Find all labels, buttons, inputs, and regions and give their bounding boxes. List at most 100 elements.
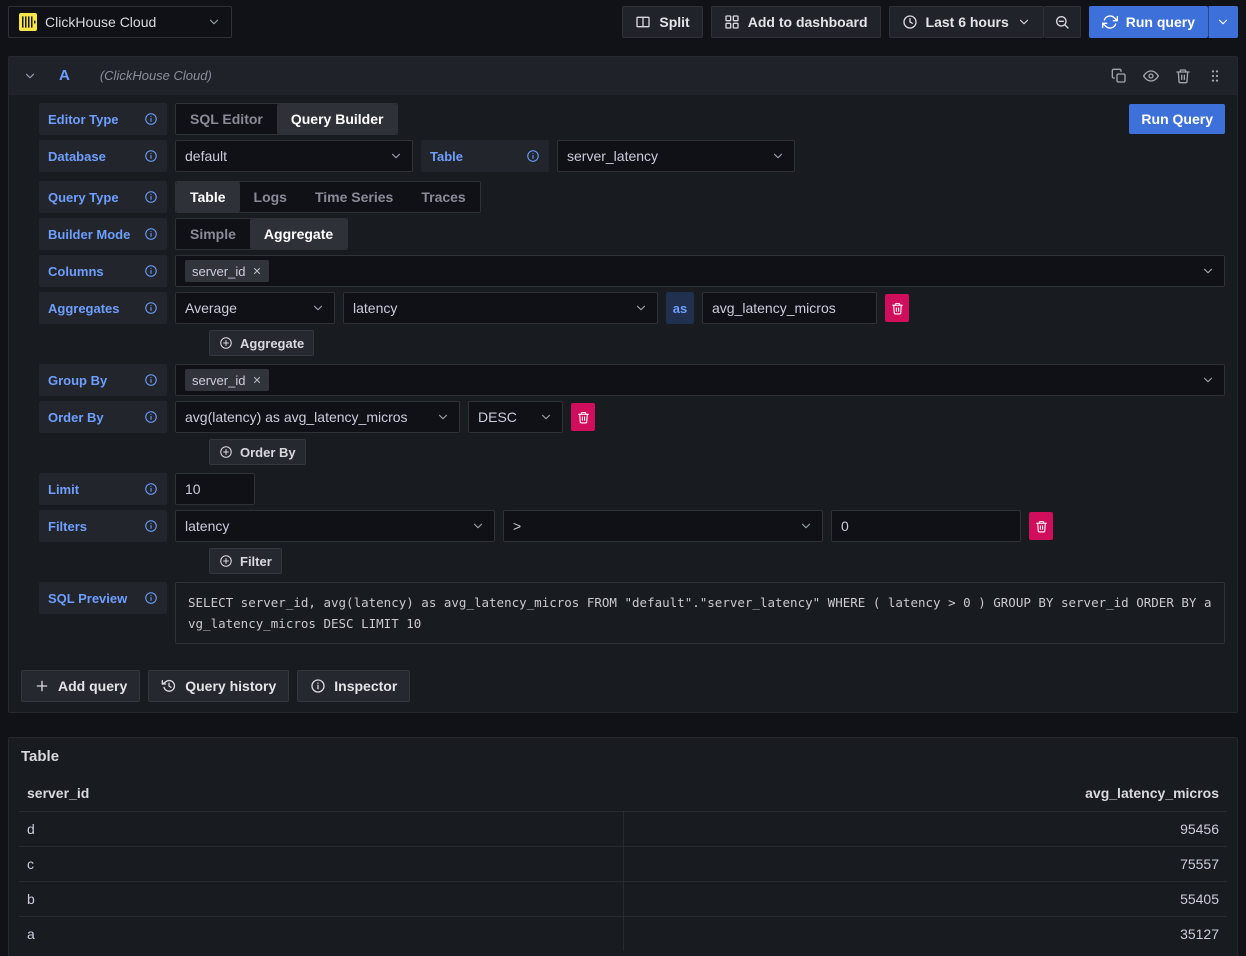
chevron-down-icon [799,519,813,533]
cell-server-id: c [19,847,623,882]
info-icon[interactable] [144,373,158,387]
run-query-dropdown-button[interactable] [1208,6,1238,38]
duplicate-query-icon[interactable] [1111,68,1127,84]
zoom-out-icon [1054,14,1070,30]
dashboard-grid-icon [724,14,740,30]
order-by-field-select[interactable]: avg(latency) as avg_latency_micros [175,401,460,433]
limit-label: Limit [39,473,167,505]
info-icon[interactable] [144,519,158,533]
trash-icon [891,302,904,315]
info-icon[interactable] [144,190,158,204]
history-icon [161,678,177,694]
query-builder-form: Editor Type SQL Editor Query Builder Run… [9,95,1237,712]
trash-icon [1035,520,1048,533]
cell-server-id: a [19,917,623,952]
table-select[interactable]: server_latency [557,140,795,172]
table-label: Table [421,140,549,172]
chevron-down-icon [1017,15,1031,29]
database-select[interactable]: default [175,140,413,172]
chevron-down-icon [311,301,325,315]
info-icon[interactable] [144,227,158,241]
editor-type-option-query-builder[interactable]: Query Builder [277,104,398,134]
info-icon[interactable] [144,112,158,126]
column-header-server-id[interactable]: server_id [19,781,623,812]
sql-preview-text: SELECT server_id, avg(latency) as avg_la… [175,582,1225,644]
order-by-row: Order By avg(latency) as avg_latency_mic… [39,401,1225,433]
add-query-button[interactable]: Add query [21,670,140,702]
builder-mode-option-simple[interactable]: Simple [176,219,250,249]
remove-query-trash-icon[interactable] [1175,68,1191,84]
filter-value-input[interactable] [831,510,1021,542]
aggregate-alias-input[interactable] [702,292,877,324]
limit-input[interactable] [175,473,255,505]
order-by-direction-select[interactable]: DESC [468,401,563,433]
query-type-option-time-series[interactable]: Time Series [301,182,407,212]
remove-chip-icon[interactable] [252,375,262,385]
time-range-picker[interactable]: Last 6 hours [889,6,1044,38]
run-query-inline-button[interactable]: Run Query [1129,104,1225,134]
inspector-button[interactable]: Inspector [297,670,410,702]
chevron-down-icon [771,149,785,163]
add-to-dashboard-button[interactable]: Add to dashboard [711,6,881,38]
limit-row: Limit [39,473,1225,505]
info-icon[interactable] [144,149,158,163]
collapse-query-button[interactable] [23,69,37,83]
query-type-option-traces[interactable]: Traces [407,182,479,212]
run-query-button[interactable]: Run query [1089,6,1208,38]
plus-circle-icon [219,554,233,568]
query-datasource-hint: (ClickHouse Cloud) [100,68,212,83]
filter-operator-select[interactable]: > [503,510,823,542]
order-by-label: Order By [39,401,167,433]
group-by-multiselect[interactable]: server_id [175,364,1225,396]
remove-chip-icon[interactable] [252,266,262,276]
drag-handle-icon[interactable] [1207,68,1223,84]
info-icon[interactable] [144,264,158,278]
remove-filter-button[interactable] [1029,512,1053,540]
add-to-dashboard-label: Add to dashboard [748,14,868,30]
sql-preview-label: SQL Preview [39,582,167,614]
query-type-option-table[interactable]: Table [176,182,240,212]
chevron-down-icon [389,149,403,163]
group-by-chip[interactable]: server_id [185,369,269,391]
info-icon[interactable] [144,410,158,424]
columns-multiselect[interactable]: server_id [175,255,1225,287]
cell-avg-latency: 95456 [623,812,1227,847]
info-circle-icon [310,678,326,694]
info-icon[interactable] [526,149,540,163]
aggregates-row: Aggregates Average latency as [39,292,1225,324]
query-header-actions [1111,68,1223,84]
query-type-option-logs[interactable]: Logs [240,182,301,212]
editor-type-option-sql-editor[interactable]: SQL Editor [176,104,277,134]
aggregate-function-value: Average [185,300,311,316]
database-value: default [185,148,389,164]
remove-order-by-button[interactable] [571,403,595,431]
builder-mode-row: Builder Mode Simple Aggregate [39,218,1225,250]
remove-aggregate-button[interactable] [885,294,909,322]
datasource-picker[interactable]: ClickHouse Cloud [8,6,232,38]
info-icon[interactable] [144,301,158,315]
add-order-by-button[interactable]: Order By [209,439,306,465]
group-by-label: Group By [39,364,167,396]
selected-column-chip[interactable]: server_id [185,260,269,282]
database-table-row: Database default Table server_latency [39,140,1225,172]
run-query-label: Run query [1126,14,1195,30]
sql-preview-row: SQL Preview SELECT server_id, avg(latenc… [39,582,1225,644]
column-header-avg-latency-micros[interactable]: avg_latency_micros [623,781,1227,812]
as-label: as [666,292,694,324]
filter-column-select[interactable]: latency [175,510,495,542]
disable-query-eye-icon[interactable] [1143,68,1159,84]
toolbar-actions: Split Add to dashboard Last 6 hours Run … [622,6,1238,38]
split-button[interactable]: Split [622,6,702,38]
add-filter-button[interactable]: Filter [209,548,282,574]
add-aggregate-button[interactable]: Aggregate [209,330,314,356]
aggregate-column-select[interactable]: latency [343,292,658,324]
clock-icon [902,14,918,30]
info-icon[interactable] [144,482,158,496]
query-history-button[interactable]: Query history [148,670,289,702]
info-icon[interactable] [144,591,158,605]
table-header-row: server_id avg_latency_micros [19,781,1227,812]
cell-avg-latency: 75557 [623,847,1227,882]
zoom-out-time-button[interactable] [1044,6,1081,38]
builder-mode-option-aggregate[interactable]: Aggregate [250,219,347,249]
aggregate-function-select[interactable]: Average [175,292,335,324]
